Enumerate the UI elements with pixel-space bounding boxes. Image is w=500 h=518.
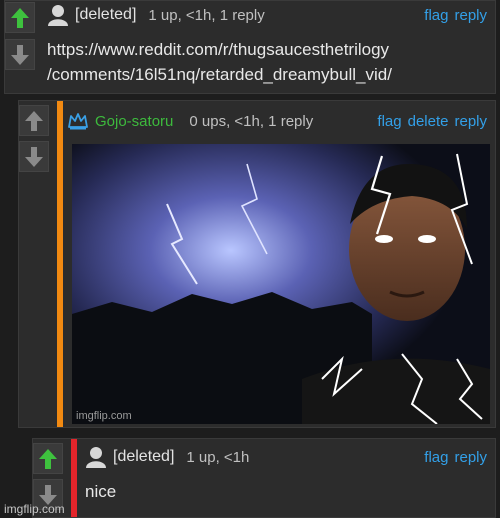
arrow-up-icon — [11, 7, 29, 28]
comment-actions: flag reply — [424, 7, 495, 24]
comment-meta: 1 up, <1h, 1 reply — [148, 6, 265, 24]
comment-text: nice — [85, 482, 117, 501]
default-avatar-icon — [86, 447, 106, 468]
downvote-button[interactable] — [19, 141, 49, 172]
arrow-down-icon — [25, 146, 43, 167]
arrow-down-icon — [11, 44, 29, 65]
upvote-button[interactable] — [5, 2, 35, 33]
username[interactable]: Gojo-satoru — [95, 113, 173, 130]
flag-link[interactable]: flag — [424, 7, 448, 24]
comment-3: [deleted] 1 up, <1h flag reply nice — [32, 438, 496, 518]
footer-watermark: imgflip.com — [4, 502, 65, 516]
arrow-up-icon — [25, 110, 43, 131]
comment-body: Gojo-satoru 0 ups, <1h, 1 reply flag del… — [67, 101, 495, 427]
comment-actions: flag delete reply — [377, 113, 495, 130]
upvote-button[interactable] — [33, 443, 63, 474]
comment-2: Gojo-satoru 0 ups, <1h, 1 reply flag del… — [18, 100, 496, 428]
image-watermark: imgflip.com — [76, 410, 132, 422]
reply-link[interactable]: reply — [454, 449, 487, 466]
default-avatar-icon — [48, 5, 68, 26]
username[interactable]: [deleted] — [75, 6, 136, 24]
thread-bar-red — [71, 439, 77, 517]
flag-link[interactable]: flag — [424, 449, 448, 466]
comment-body: [deleted] 1 up, <1h, 1 reply flag reply … — [47, 1, 495, 93]
comment-thread: { "comments": [ { "user": "[deleted]", "… — [0, 0, 500, 518]
meme-image[interactable]: imgflip.com — [72, 144, 490, 424]
crown-avatar-icon — [68, 113, 88, 130]
comment-header: [deleted] 1 up, <1h, 1 reply flag reply — [47, 1, 495, 29]
flag-link[interactable]: flag — [377, 113, 401, 130]
thread-bar-orange — [57, 101, 63, 427]
downvote-button[interactable] — [5, 39, 35, 70]
arrow-up-icon — [39, 448, 57, 469]
comment-text: https://www.reddit.com/r/thugsaucesthetr… — [47, 40, 392, 84]
comment-meta: 0 ups, <1h, 1 reply — [189, 112, 314, 130]
comment-meta: 1 up, <1h — [186, 448, 250, 466]
reply-link[interactable]: reply — [454, 113, 487, 130]
comment-header: [deleted] 1 up, <1h flag reply — [85, 443, 495, 471]
comment-1: [deleted] 1 up, <1h, 1 reply flag reply … — [4, 0, 496, 94]
comment-actions: flag reply — [424, 449, 495, 466]
delete-link[interactable]: delete — [408, 113, 449, 130]
comment-body: [deleted] 1 up, <1h flag reply nice — [85, 439, 495, 517]
username[interactable]: [deleted] — [113, 448, 174, 466]
reply-link[interactable]: reply — [454, 7, 487, 24]
comment-header: Gojo-satoru 0 ups, <1h, 1 reply flag del… — [67, 107, 495, 135]
upvote-button[interactable] — [19, 105, 49, 136]
storm-man-illustration — [72, 144, 490, 424]
